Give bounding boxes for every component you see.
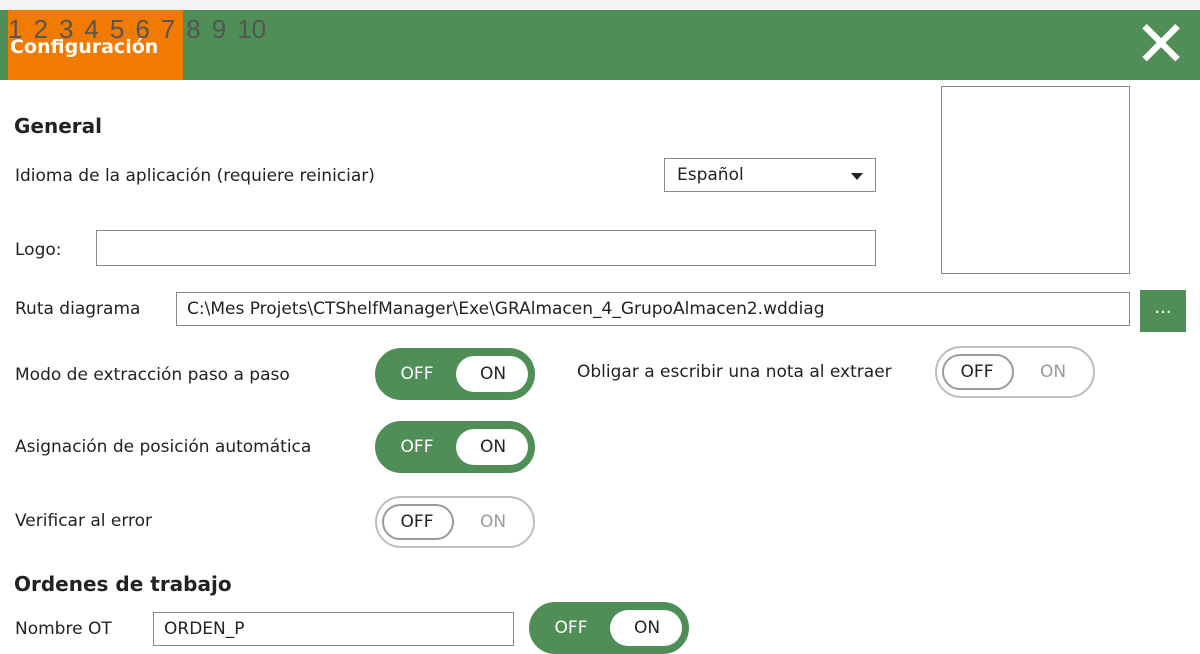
language-label: Idioma de la aplicación (requiere reinic… (15, 166, 375, 186)
verify-error-toggle[interactable]: OFF ON (375, 496, 535, 548)
toggle-on-label: ON (1039, 362, 1067, 382)
section-title-work-orders: Ordenes de trabajo (14, 572, 232, 596)
auto-position-label: Asignación de posición automática (15, 437, 312, 457)
toggle-on-label: ON (479, 364, 507, 384)
toggle-on-label: ON (479, 437, 507, 457)
logo-input[interactable] (96, 230, 876, 266)
toggle-on-label: ON (633, 618, 661, 638)
work-order-name-input[interactable]: ORDEN_P (153, 612, 514, 646)
diagram-path-input[interactable]: C:\Mes Projets\CTShelfManager\Exe\GRAlma… (176, 292, 1130, 326)
diagram-path-label: Ruta diagrama (15, 299, 141, 319)
tab-number-6[interactable]: 6 (135, 16, 149, 42)
tab-number-2[interactable]: 2 (33, 16, 47, 42)
force-note-toggle[interactable]: OFF ON (935, 346, 1095, 398)
tab-number-9[interactable]: 9 (212, 16, 226, 42)
work-order-name-label: Nombre OT (15, 619, 112, 639)
step-extraction-label: Modo de extracción paso a paso (15, 365, 290, 385)
chevron-down-icon (851, 173, 863, 180)
tab-number-3[interactable]: 3 (59, 16, 73, 42)
language-selected-value: Español (677, 165, 744, 185)
toggle-off-label: OFF (554, 618, 588, 638)
close-icon[interactable]: ✕ (1130, 13, 1192, 77)
auto-position-toggle[interactable]: OFF ON (375, 421, 535, 473)
browse-button[interactable]: ... (1140, 290, 1186, 332)
top-strip (0, 0, 1200, 10)
section-title-general: General (14, 114, 102, 138)
toggle-off-label: OFF (400, 364, 434, 384)
tab-number-4[interactable]: 4 (84, 16, 98, 42)
verify-error-label: Verificar al error (15, 511, 153, 531)
tab-number-8[interactable]: 8 (186, 16, 200, 42)
tab-number-7[interactable]: 7 (161, 16, 175, 42)
toggle-off-label: OFF (400, 512, 434, 532)
force-note-label: Obligar a escribir una nota al extraer (577, 362, 892, 382)
language-select[interactable]: Español (664, 158, 876, 192)
toggle-off-label: OFF (960, 362, 994, 382)
tab-number-list: 1 2 3 4 5 6 7 8 9 10 (8, 16, 277, 42)
tab-number-10[interactable]: 10 (237, 16, 266, 42)
work-order-toggle[interactable]: OFF ON (529, 602, 689, 654)
logo-label: Logo: (15, 240, 62, 260)
tab-number-1[interactable]: 1 (8, 16, 22, 42)
toggle-on-label: ON (479, 512, 507, 532)
logo-preview-box (941, 86, 1130, 274)
toggle-off-label: OFF (400, 437, 434, 457)
tab-number-5[interactable]: 5 (110, 16, 124, 42)
step-extraction-toggle[interactable]: OFF ON (375, 348, 535, 400)
